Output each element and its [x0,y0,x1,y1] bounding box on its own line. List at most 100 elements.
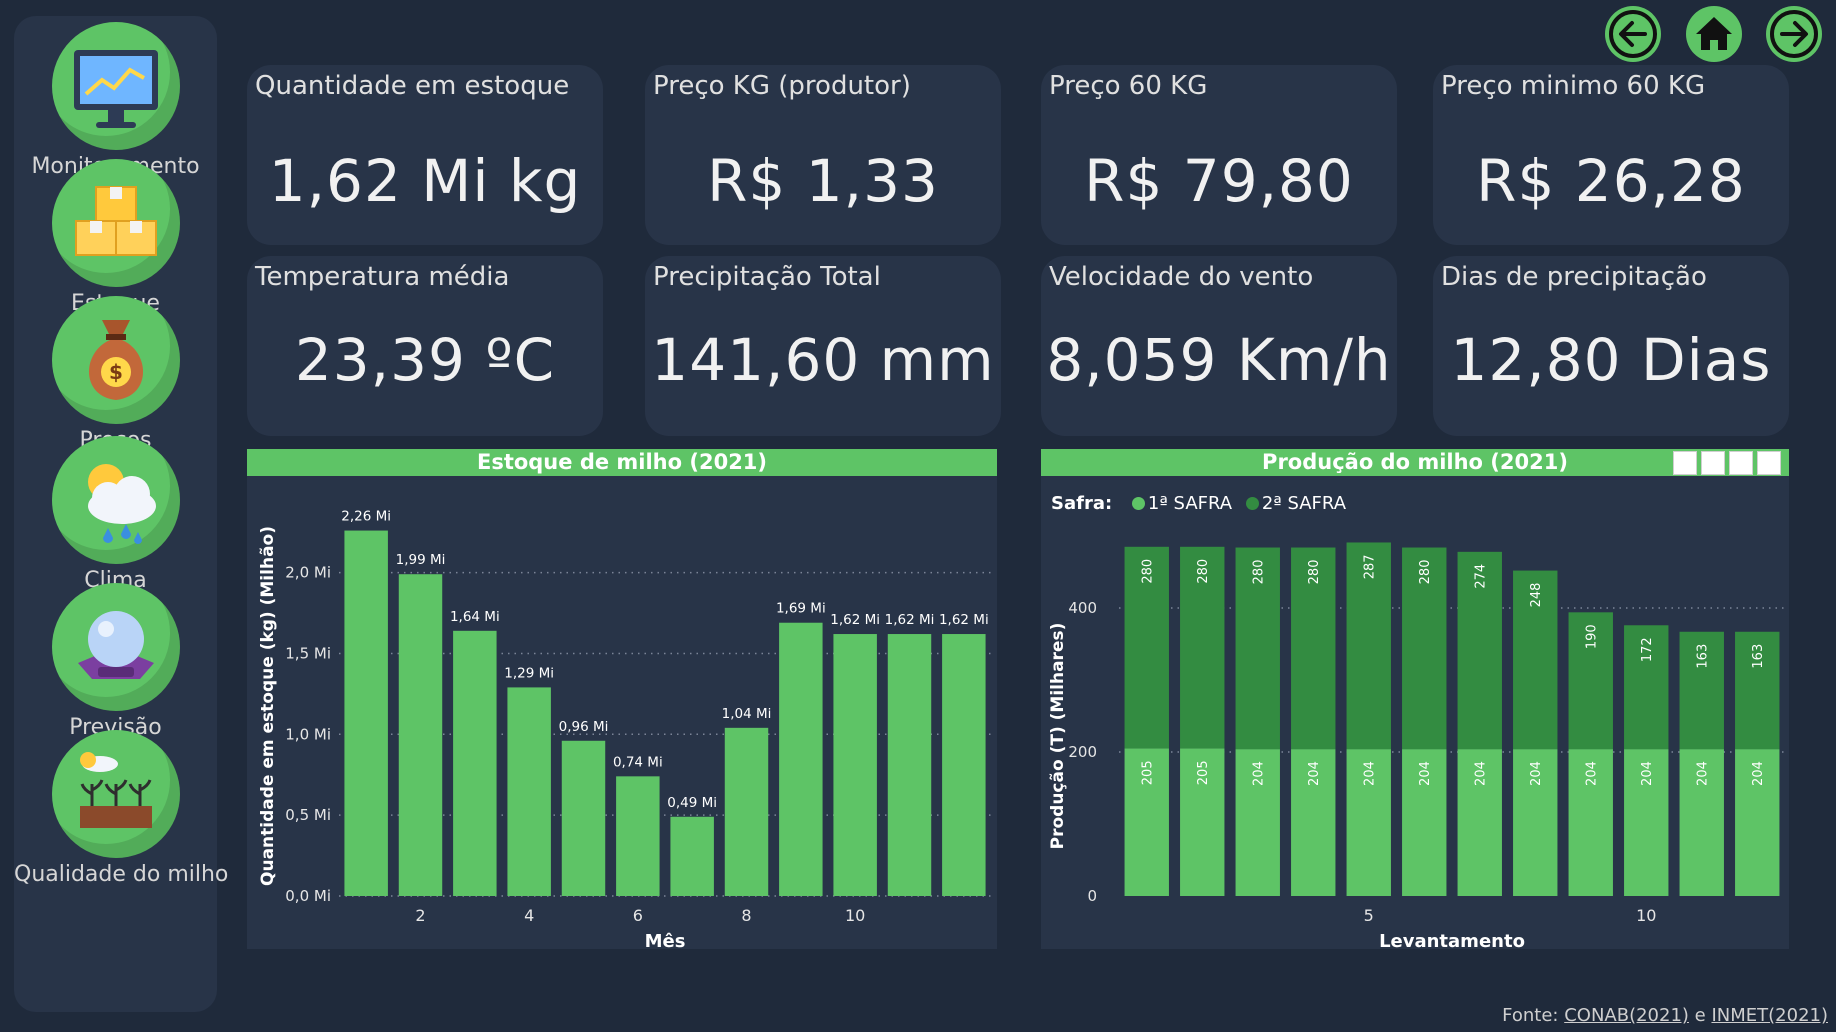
back-button[interactable] [1605,6,1661,62]
data-label: 163 [1751,644,1766,669]
data-label: 0,96 Mi [559,719,609,735]
nav-precos[interactable]: $ Preços [14,296,217,453]
x-tick-label: 10 [1636,906,1656,925]
nav-previsao[interactable]: Previsão [14,583,217,740]
data-label: 1,29 Mi [504,665,554,681]
data-label: 204 [1529,761,1544,786]
production-chart: 0 200 400 205 280 205 280 204 280 204 280 204 287 204… [1048,542,1785,952]
kpi-preco-minimo: Preço minimo 60 KG R$ 26,28 [1433,65,1789,245]
forward-button[interactable] [1766,6,1822,62]
data-label: 204 [1307,761,1322,786]
data-label: 280 [1141,559,1156,584]
kpi-preco-kg: Preço KG (produtor) R$ 1,33 [645,65,1001,245]
data-label: 204 [1363,761,1378,786]
nav-estoque[interactable]: Estoque [14,159,217,316]
y-tick-label: 200 [1068,743,1097,761]
production-chart-panel: Produção do milho (2021) Safra: 1ª SAFRA… [1041,449,1789,952]
data-label: 248 [1529,583,1544,608]
kpi-value: 1,62 Mi kg [268,147,582,215]
data-label: 1,64 Mi [450,609,500,625]
x-tick-label: 4 [524,906,534,925]
y-tick-label: 0,0 Mi [285,887,331,905]
nav-monitoramento[interactable]: Monitoramento [14,22,217,179]
data-label: 287 [1363,554,1378,579]
monitor-icon [51,22,180,150]
kpi-preco-60kg: Preço 60 KG R$ 79,80 [1041,65,1397,245]
data-label: 1,69 Mi [776,601,826,617]
y-tick-label: 1,0 Mi [285,725,331,743]
legend-item: 1ª SAFRA [1147,493,1233,514]
kpi-value: 12,80 Dias [1450,326,1772,394]
visual-toolbar [1673,451,1781,475]
bar [887,634,932,896]
kpi-title: Preço minimo 60 KG [1441,71,1706,101]
chart-legend: Safra: 1ª SAFRA 2ª SAFRA [1051,493,1346,514]
stock-chart-title: Estoque de milho (2021) [247,449,997,476]
kpi-vento: Velocidade do vento 8,059 Km/h [1041,256,1397,436]
bar [670,816,714,896]
data-label: 280 [1418,560,1433,585]
x-axis-title: Mês [645,931,686,949]
home-button[interactable] [1686,6,1742,62]
bar [779,622,823,896]
inmet-link[interactable]: INMET(2021) [1711,1005,1828,1026]
x-axis-title: Levantamento [1379,931,1525,949]
kpi-title: Precipitação Total [653,262,881,292]
footer-prefix: Fonte: [1502,1005,1565,1026]
filter-icon[interactable] [1701,451,1725,475]
nav-qualidade[interactable]: Qualidade do milho [14,730,228,887]
arrow-left-icon [1609,10,1657,58]
arrow-right-icon [1770,10,1818,58]
stock-chart-panel: Estoque de milho (2021) 0,0 Mi 0,5 Mi 1,0 … [247,449,997,952]
data-label: 163 [1696,644,1711,669]
kpi-value: R$ 1,33 [707,147,939,215]
data-label: 204 [1418,761,1433,786]
y-tick-label: 0,5 Mi [285,806,331,824]
data-label: 0,74 Mi [613,754,663,770]
data-label: 1,99 Mi [396,552,446,568]
bar [833,634,877,896]
footer-source: Fonte: CONAB(2021) e INMET(2021) [1502,1005,1828,1026]
nav-clima[interactable]: Clima [14,436,217,593]
data-label: 280 [1307,560,1322,585]
kpi-value: 8,059 Km/h [1046,326,1392,394]
data-label: 204 [1474,761,1489,786]
data-label: 205 [1196,760,1211,785]
kpi-value: R$ 79,80 [1084,147,1354,215]
y-axis-title: Produção (T) (Milhares) [1048,623,1068,850]
data-label: 190 [1585,624,1600,649]
data-label: 204 [1640,761,1655,786]
crystal-ball-icon [51,583,180,711]
y-tick-label: 0 [1087,887,1097,905]
bar [561,740,606,896]
x-tick-label: 10 [845,906,865,925]
data-label: 274 [1474,564,1489,589]
kpi-title: Temperatura média [255,262,510,292]
legend-dot [1245,497,1259,510]
data-label: 280 [1196,559,1211,584]
y-axis-title: Quantidade em estoque (kg) (Milhão) [258,526,278,886]
kpi-title: Dias de precipitação [1441,262,1707,292]
crop-icon [51,730,180,858]
x-tick-label: 5 [1364,906,1374,925]
data-label: 1,04 Mi [722,706,772,722]
x-tick-label: 6 [633,906,643,925]
money-bag-icon: $ [51,296,180,424]
bar [507,687,551,896]
data-label: 172 [1640,637,1655,662]
svg-text:$: $ [109,360,123,384]
y-tick-label: 400 [1068,599,1097,617]
kpi-title: Preço KG (produtor) [653,71,911,101]
kpi-title: Preço 60 KG [1049,71,1208,101]
kpi-title: Quantidade em estoque [255,71,570,101]
data-label: 204 [1585,761,1600,786]
footer-sep: e [1688,1005,1712,1026]
bar [453,630,497,896]
data-label: 1,62 Mi [885,612,935,628]
bar [724,727,769,896]
conab-link[interactable]: CONAB(2021) [1564,1005,1689,1026]
copy-icon[interactable] [1673,451,1697,475]
focus-mode-icon[interactable] [1729,451,1753,475]
bar [344,530,388,896]
more-options-icon[interactable] [1757,451,1781,475]
